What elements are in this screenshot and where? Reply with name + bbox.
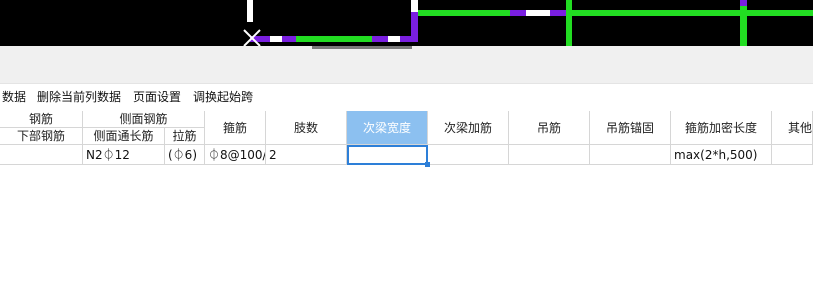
cell-secondary-beam-width[interactable] (347, 145, 428, 165)
green-column-line (566, 0, 572, 46)
delete-current-column-data-button[interactable]: 删除当前列数据 (37, 87, 121, 107)
green-beam-line (296, 36, 372, 42)
header-bottom-rebar[interactable]: 下部钢筋 (0, 128, 83, 145)
purple-segment (510, 10, 526, 16)
purple-segment (282, 36, 296, 42)
header-secondary-beam-rebar[interactable]: 次梁加筋 (428, 111, 509, 145)
cell-fill-handle[interactable] (425, 162, 430, 167)
white-segment (526, 10, 550, 16)
white-segment (411, 0, 418, 12)
header-other[interactable]: 其他 (772, 111, 813, 145)
beam-drawing (243, 0, 813, 46)
rebar-input-table: 钢筋 侧面钢筋 下部钢筋 侧面通长筋 拉筋 箍筋 肢数 次梁宽度 次梁加筋 吊筋… (0, 111, 813, 167)
header-legs[interactable]: 肢数 (266, 111, 347, 145)
purple-segment (400, 36, 418, 42)
cell-bottom-rebar[interactable] (0, 145, 83, 165)
header-tie-bar[interactable]: 拉筋 (165, 128, 205, 145)
page-setup-button[interactable]: 页面设置 (133, 87, 181, 107)
white-segment (388, 36, 400, 42)
green-column-line (740, 0, 747, 46)
header-side-through-rebar[interactable]: 侧面通长筋 (83, 128, 165, 145)
purple-segment (372, 36, 388, 42)
green-beam-line (572, 10, 813, 16)
splitter-handle[interactable] (312, 46, 412, 49)
cell-hanger-bar[interactable] (509, 145, 590, 165)
swap-start-span-button[interactable]: 调换起始跨 (193, 87, 253, 107)
data-menu-item[interactable]: 数据 (2, 87, 26, 107)
header-stirrup-dense-length[interactable]: 箍筋加密长度 (671, 111, 772, 145)
cell-legs[interactable]: 2 (266, 145, 347, 165)
cell-hanger-anchor[interactable] (590, 145, 671, 165)
header-hanger-bar[interactable]: 吊筋 (509, 111, 590, 145)
cell-stirrup-dense-length[interactable]: max(2*h,500) (671, 145, 772, 165)
header-hanger-anchor[interactable]: 吊筋锚固 (590, 111, 671, 145)
header-secondary-beam-width[interactable]: 次梁宽度 (347, 111, 428, 145)
green-beam-line (418, 10, 510, 16)
cell-secondary-beam-rebar[interactable] (428, 145, 509, 165)
panel-splitter-band (0, 46, 813, 84)
cad-drawing-canvas[interactable] (0, 0, 813, 46)
header-stirrup[interactable]: 箍筋 (205, 111, 266, 145)
purple-segment (550, 10, 566, 16)
purple-segment (740, 0, 747, 6)
header-group-side-rebar: 侧面钢筋 (83, 111, 205, 128)
cell-stirrup[interactable]: ⏀8@100/ (205, 145, 266, 165)
header-group-rebar: 钢筋 (0, 111, 83, 128)
white-column-line (247, 0, 253, 22)
cell-tie-bar[interactable]: (⏀6) (165, 145, 205, 165)
cell-other[interactable] (772, 145, 813, 165)
white-segment (270, 36, 282, 42)
cell-side-through-rebar[interactable]: N2⏀12 (83, 145, 165, 165)
